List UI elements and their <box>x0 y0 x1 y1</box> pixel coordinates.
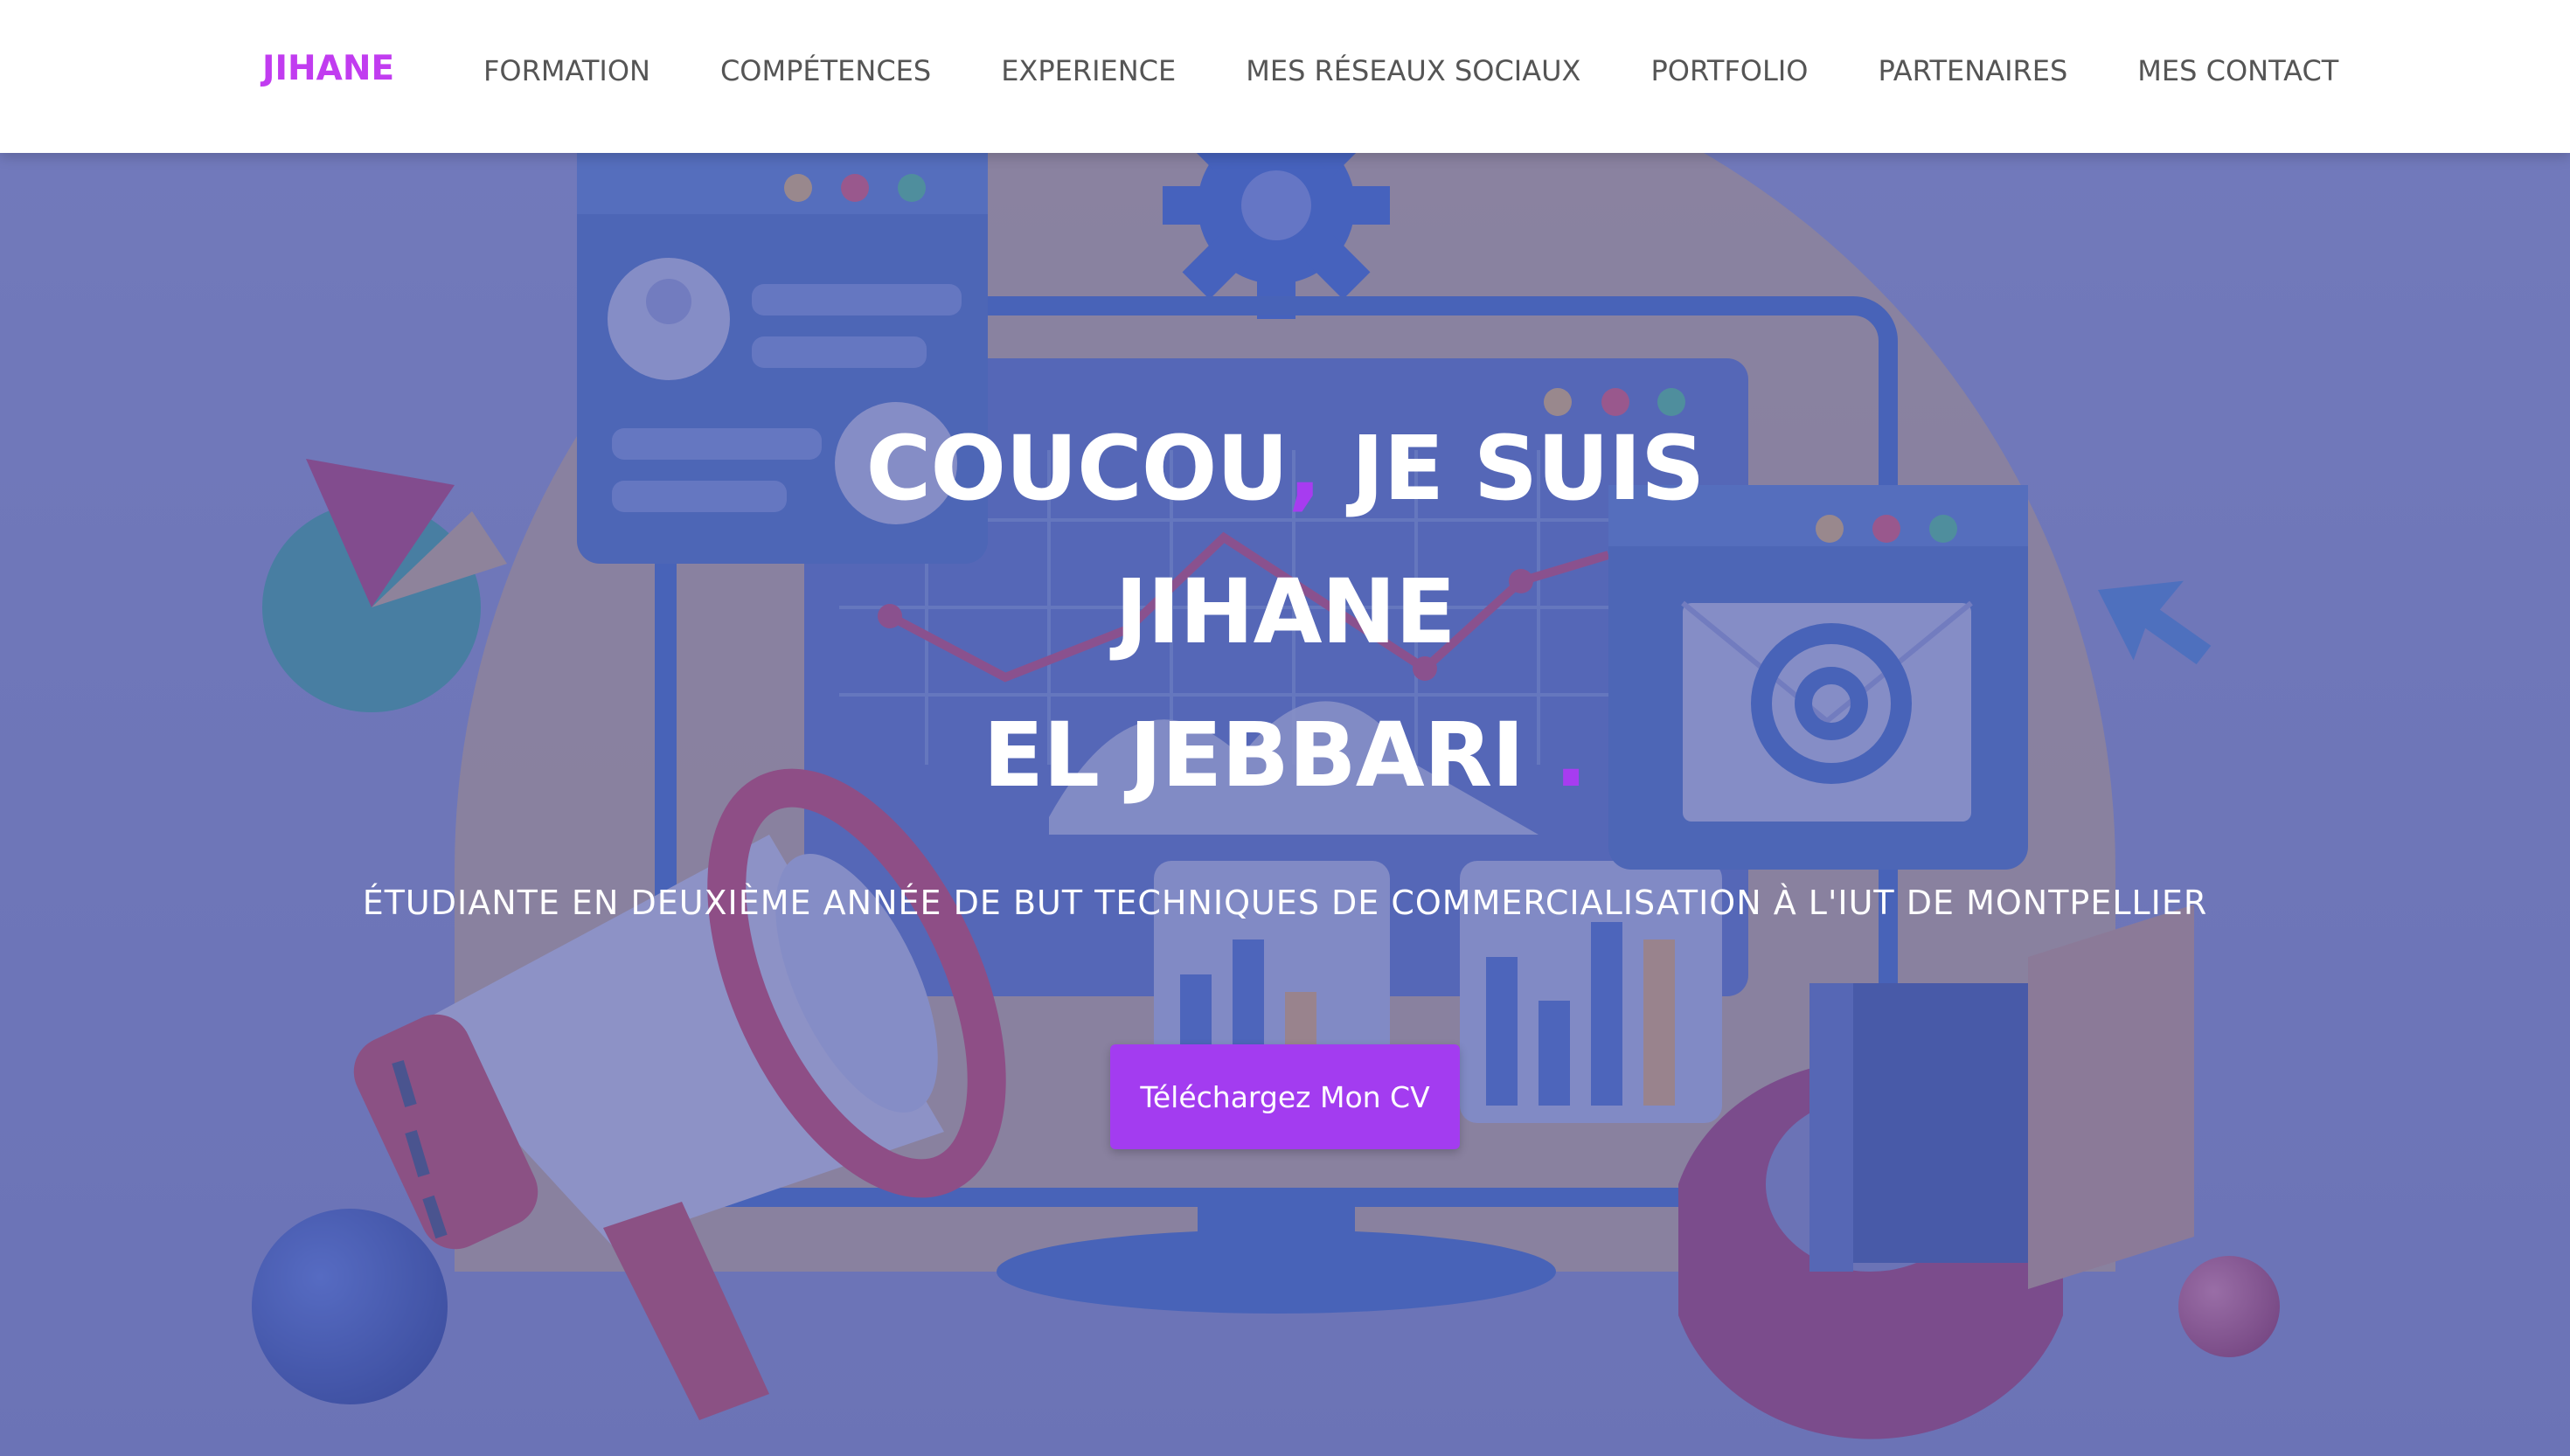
download-cv-button[interactable]: Téléchargez Mon CV <box>1110 1044 1460 1149</box>
nav-links: FORMATION COMPÉTENCES EXPERIENCE MES RÉS… <box>483 54 2338 87</box>
nav-link-competences[interactable]: COMPÉTENCES <box>720 54 931 87</box>
brand-logo[interactable]: JIHANE <box>262 49 394 88</box>
hero-headline: COUCOU, JE SUIS JIHANE EL JEBBARI . <box>0 398 2570 828</box>
hero-subtitle: ÉTUDIANTE EN DEUXIÈME ANNÉE DE BUT TECHN… <box>362 884 2208 922</box>
nav-link-portfolio[interactable]: PORTFOLIO <box>1650 54 1808 87</box>
headline-je-suis: JE SUIS <box>1321 417 1705 521</box>
top-navbar: JIHANE FORMATION COMPÉTENCES EXPERIENCE … <box>0 0 2570 153</box>
headline-dot: . <box>1553 704 1588 808</box>
headline-line-3: EL JEBBARI . <box>0 684 2570 828</box>
nav-link-experience[interactable]: EXPERIENCE <box>1001 54 1176 87</box>
page: JIHANE FORMATION COMPÉTENCES EXPERIENCE … <box>0 0 2570 1456</box>
nav-link-contact[interactable]: MES CONTACT <box>2137 54 2338 87</box>
nav-link-formation[interactable]: FORMATION <box>483 54 650 87</box>
headline-line-2: JIHANE <box>1115 560 1455 664</box>
nav-link-partenaires[interactable]: PARTENAIRES <box>1878 54 2067 87</box>
headline-comma: , <box>1288 417 1322 521</box>
headline-greeting: COUCOU <box>865 417 1289 521</box>
headline-line-1: COUCOU, JE SUIS <box>0 398 2570 541</box>
nav-link-reseaux-sociaux[interactable]: MES RÉSEAUX SOCIAUX <box>1246 54 1580 87</box>
hero-section: COUCOU, JE SUIS JIHANE EL JEBBARI . ÉTUD… <box>0 153 2570 1456</box>
headline-surname: EL JEBBARI <box>983 704 1525 808</box>
